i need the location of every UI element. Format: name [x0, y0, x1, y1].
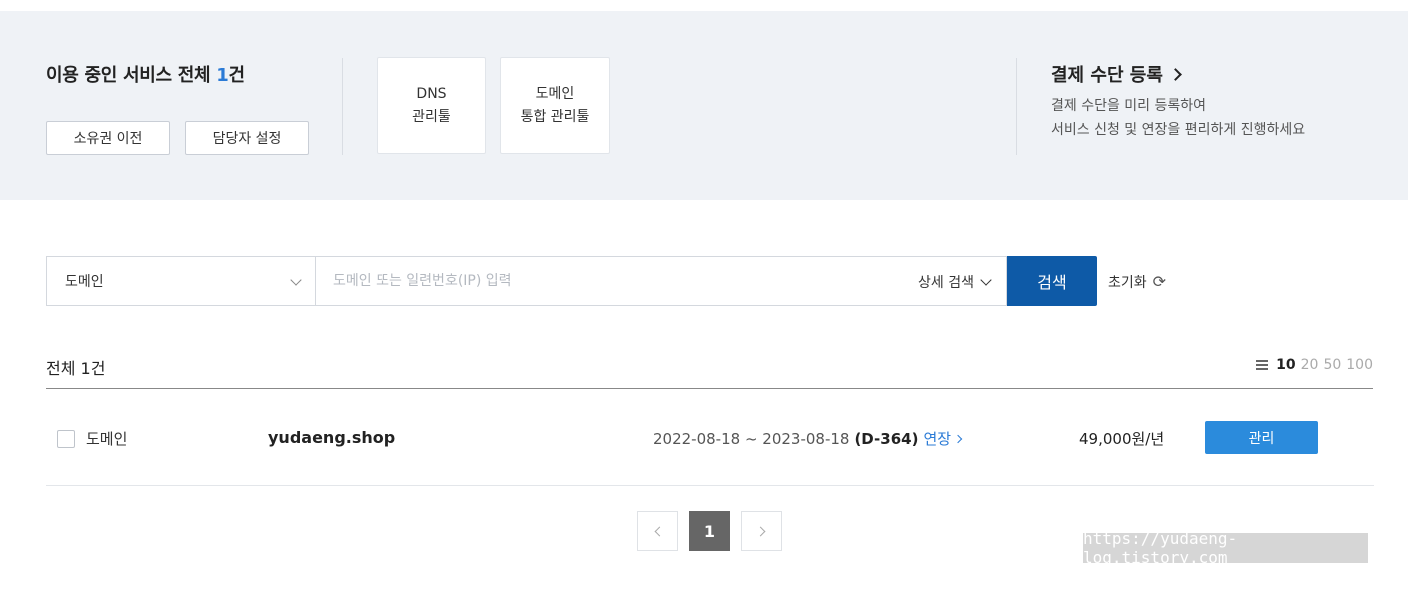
list-icon — [1256, 360, 1269, 370]
row-domain-name: yudaeng.shop — [268, 428, 396, 447]
list-header-divider — [46, 388, 1373, 389]
search-input[interactable] — [333, 257, 893, 305]
current-page[interactable]: 1 — [689, 511, 730, 551]
domain-tool-line1: 도메인 — [535, 85, 575, 102]
refresh-icon: ⟳ — [1152, 272, 1167, 291]
list-total-count: 전체 1건 — [46, 359, 106, 378]
ownership-transfer-button[interactable]: 소유권 이전 — [46, 121, 170, 155]
service-count-prefix: 이용 중인 서비스 전체 — [46, 65, 217, 86]
chevron-right-icon — [1169, 68, 1182, 81]
prev-page-button[interactable] — [637, 511, 678, 551]
page-size-100[interactable]: 100 — [1346, 357, 1373, 373]
page-size-10[interactable]: 10 — [1276, 357, 1295, 373]
search-type-value: 도메인 — [65, 274, 104, 290]
detail-search-toggle[interactable]: 상세 검색 — [918, 272, 992, 292]
row-divider — [46, 485, 1374, 486]
payment-register-link[interactable]: 결제 수단 등록 — [1051, 61, 1182, 87]
search-type-select[interactable]: 도메인 — [46, 256, 316, 306]
payment-register-title: 결제 수단 등록 — [1051, 65, 1163, 86]
detail-search-label: 상세 검색 — [918, 275, 974, 291]
page-size-selector: 10 20 50 100 — [1256, 357, 1373, 373]
chevron-right-icon — [755, 526, 765, 536]
next-page-button[interactable] — [741, 511, 782, 551]
row-checkbox[interactable] — [57, 430, 75, 448]
watermark: https://yudaeng-log.tistory.com — [1083, 529, 1368, 567]
payment-desc-line1: 결제 수단을 미리 등록하여 — [1051, 98, 1207, 114]
reset-button[interactable]: 초기화 ⟳ — [1108, 272, 1166, 292]
chevron-right-icon — [953, 434, 963, 443]
row-period-dates: 2022-08-18 ~ 2023-08-18 — [653, 429, 850, 448]
search-button[interactable]: 검색 — [1007, 256, 1097, 306]
dns-tool-card[interactable]: DNS 관리툴 — [377, 57, 486, 154]
divider — [1016, 58, 1017, 155]
search-box: 상세 검색 — [315, 256, 1007, 306]
service-count-number: 1 — [216, 65, 229, 86]
dns-tool-line2: 관리툴 — [412, 108, 451, 125]
row-period: 2022-08-18 ~ 2023-08-18 (D-364) 연장 — [653, 428, 963, 449]
domain-tool-line2: 통합 관리툴 — [520, 108, 590, 125]
payment-description: 결제 수단을 미리 등록하여 서비스 신청 및 연장을 편리하게 진행하세요 — [1051, 94, 1305, 142]
renew-label: 연장 — [923, 430, 952, 448]
row-dday: (D-364) — [854, 429, 919, 448]
payment-desc-line2: 서비스 신청 및 연장을 편리하게 진행하세요 — [1051, 122, 1306, 138]
service-count-title: 이용 중인 서비스 전체 1건 — [46, 61, 245, 87]
page-size-50[interactable]: 50 — [1323, 357, 1341, 373]
row-price: 49,000원/년 — [1079, 430, 1165, 448]
domain-tool-card[interactable]: 도메인 통합 관리툴 — [500, 57, 610, 154]
page-size-20[interactable]: 20 — [1301, 357, 1319, 373]
row-service-type: 도메인 — [86, 430, 128, 448]
divider — [342, 58, 343, 155]
renew-link[interactable]: 연장 — [923, 428, 963, 449]
manage-button[interactable]: 관리 — [1205, 421, 1318, 454]
chevron-left-icon — [654, 526, 664, 536]
chevron-down-icon — [290, 274, 302, 286]
service-count-suffix: 건 — [228, 65, 245, 86]
manager-settings-button[interactable]: 담당자 설정 — [185, 121, 309, 155]
chevron-down-icon — [980, 274, 992, 286]
reset-label: 초기화 — [1108, 275, 1147, 291]
dns-tool-line1: DNS — [416, 85, 447, 102]
